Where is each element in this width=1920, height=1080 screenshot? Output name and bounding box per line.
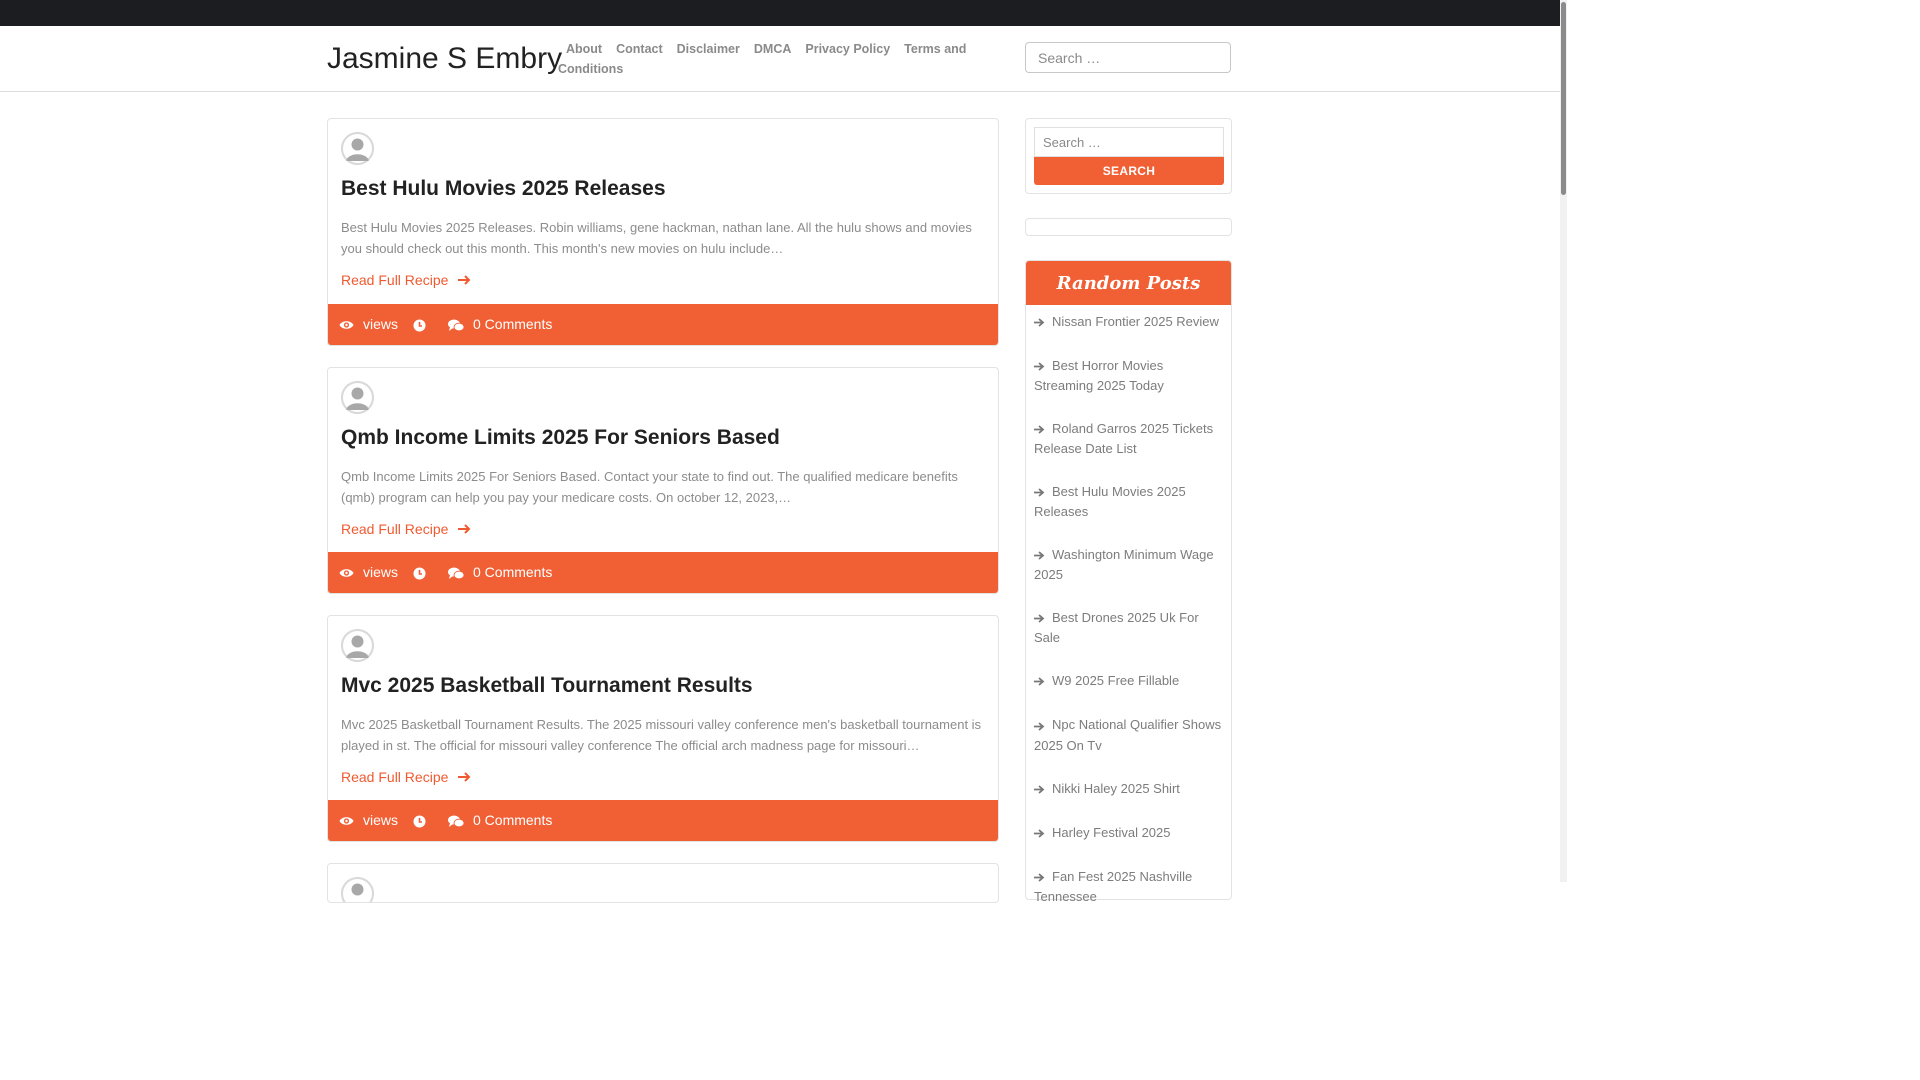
views-label: views: [363, 564, 399, 580]
nav-item-dmca[interactable]: DMCA: [754, 42, 792, 56]
post-excerpt: Best Hulu Movies 2025 Releases. Robin wi…: [341, 220, 972, 256]
scrollbar-thumb[interactable]: [1561, 2, 1566, 195]
clock-icon: [413, 812, 426, 828]
random-post-label: Best Hulu Movies 2025 Releases: [1034, 484, 1186, 520]
random-posts-title: Random Posts: [1026, 261, 1231, 305]
random-post-item[interactable]: Best Hulu Movies 2025 Releases: [1034, 475, 1224, 528]
comments-icon: [448, 316, 465, 332]
eye-icon: [339, 812, 354, 828]
sidebar-search-button[interactable]: SEARCH: [1034, 157, 1224, 185]
comments-count[interactable]: 0 Comments: [473, 316, 552, 332]
arrow-right-icon: [1034, 868, 1045, 887]
random-post-label: Nissan Frontier 2025 Review: [1052, 314, 1219, 329]
arrow-right-icon: [1034, 546, 1045, 565]
site-header: Jasmine S Embry About Contact Disclaimer DM…: [0, 26, 1560, 92]
random-post-item[interactable]: Roland Garros 2025 Tickets Release Date …: [1034, 412, 1224, 465]
top-bar: [0, 0, 1560, 26]
clock-icon: [413, 316, 426, 332]
sidebar-empty-widget: [1025, 218, 1232, 236]
sidebar-search-widget: SEARCH: [1025, 118, 1232, 194]
site-title[interactable]: Jasmine S Embry: [327, 42, 562, 76]
random-post-label: Fan Fest 2025 Nashville Tennessee: [1034, 868, 1193, 904]
views-label: views: [363, 316, 399, 332]
author-avatar[interactable]: [341, 629, 374, 662]
random-post-item[interactable]: Harley Festival 2025: [1034, 816, 1224, 850]
random-post-item[interactable]: Fan Fest 2025 Nashville Tennessee: [1034, 860, 1224, 913]
post-title[interactable]: Qmb Income Limits 2025 For Seniors Based: [341, 426, 780, 450]
post-excerpt: Mvc 2025 Basketball Tournament Results. …: [341, 717, 982, 753]
comments-icon: [448, 564, 465, 580]
arrow-right-icon: [1034, 609, 1045, 628]
random-post-item[interactable]: Washington Minimum Wage 2025: [1034, 538, 1224, 591]
nav-item-about[interactable]: About: [566, 42, 602, 56]
read-more-label: Read Full Recipe: [341, 272, 449, 288]
arrow-right-icon: [1034, 717, 1045, 736]
random-post-label: Washington Minimum Wage 2025: [1034, 547, 1214, 583]
post-title[interactable]: Mvc 2025 Basketball Tournament Results: [341, 674, 753, 698]
author-avatar[interactable]: [341, 132, 374, 165]
eye-icon: [339, 564, 354, 580]
main-nav: About Contact Disclaimer DMCA Privacy Policy…: [558, 39, 978, 79]
post-excerpt: Qmb Income Limits 2025 For Seniors Based…: [341, 469, 958, 505]
random-post-label: W9 2025 Free Fillable: [1052, 673, 1180, 689]
random-post-item[interactable]: Nissan Frontier 2025 Review: [1034, 305, 1224, 339]
nav-item-disclaimer[interactable]: Disclaimer: [677, 42, 740, 56]
post-card: Qmb Income Limits 2025 For Seniors Based…: [327, 367, 999, 594]
arrow-right-icon: [1034, 672, 1045, 691]
random-post-item[interactable]: Nikki Haley 2025 Shirt: [1034, 772, 1224, 806]
post-meta-bar: views 0 Comments: [328, 304, 998, 345]
header-search-input[interactable]: [1025, 42, 1231, 73]
nav-item-contact[interactable]: Contact: [616, 42, 663, 56]
arrow-right-icon: [1034, 780, 1045, 799]
random-post-label: Roland Garros 2025 Tickets Release Date …: [1034, 421, 1214, 457]
random-post-item[interactable]: Best Drones 2025 Uk For Sale: [1034, 601, 1224, 654]
nav-item-privacy-policy[interactable]: Privacy Policy: [805, 42, 890, 56]
author-avatar[interactable]: [341, 381, 374, 414]
random-post-label: Npc National Qualifier Shows 2025 On Tv: [1034, 717, 1222, 753]
comments-icon: [448, 812, 465, 828]
random-post-item[interactable]: Npc National Qualifier Shows 2025 On Tv: [1034, 708, 1224, 761]
post-meta-bar: views 0 Comments: [328, 552, 998, 593]
random-post-item[interactable]: Best Horror Movies Streaming 2025 Today: [1034, 349, 1224, 402]
eye-icon: [339, 316, 354, 332]
comments-count[interactable]: 0 Comments: [473, 812, 552, 828]
arrow-right-icon: [1034, 313, 1045, 332]
post-meta-bar: views 0 Comments: [328, 800, 998, 841]
arrow-right-icon: [458, 769, 471, 785]
post-title[interactable]: Best Hulu Movies 2025 Releases: [341, 177, 666, 201]
arrow-right-icon: [1034, 357, 1045, 376]
arrow-right-icon: [1034, 824, 1045, 843]
read-more-link[interactable]: Read Full Recipe: [341, 272, 471, 288]
read-more-label: Read Full Recipe: [341, 769, 449, 785]
sidebar-search-input[interactable]: [1034, 127, 1224, 157]
random-posts-widget: Random Posts Nissan Frontier 2025 Review…: [1025, 260, 1232, 904]
random-post-item[interactable]: W9 2025 Free Fillable: [1034, 664, 1224, 698]
random-post-label: Harley Festival 2025: [1052, 824, 1171, 840]
read-more-link[interactable]: Read Full Recipe: [341, 521, 471, 537]
random-post-label: Best Horror Movies Streaming 2025 Today: [1034, 358, 1164, 394]
comments-count[interactable]: 0 Comments: [473, 564, 552, 580]
read-more-label: Read Full Recipe: [341, 521, 449, 537]
arrow-right-icon: [1034, 420, 1045, 439]
random-posts-list: Nissan Frontier 2025 Review Best Horror M…: [1034, 305, 1224, 923]
post-card: Mvc 2025 Basketball Tournament Results M…: [327, 615, 999, 842]
author-avatar[interactable]: [341, 877, 374, 902]
post-card: Best Hulu Movies 2025 Releases Best Hulu…: [327, 118, 999, 346]
clock-icon: [413, 564, 426, 580]
random-post-label: Best Drones 2025 Uk For Sale: [1034, 610, 1199, 646]
random-post-label: Nikki Haley 2025 Shirt: [1052, 780, 1180, 796]
arrow-right-icon: [458, 272, 471, 288]
arrow-right-icon: [1034, 483, 1045, 502]
post-card: [327, 863, 999, 903]
read-more-link[interactable]: Read Full Recipe: [341, 769, 471, 785]
views-label: views: [363, 812, 399, 828]
arrow-right-icon: [458, 521, 471, 537]
